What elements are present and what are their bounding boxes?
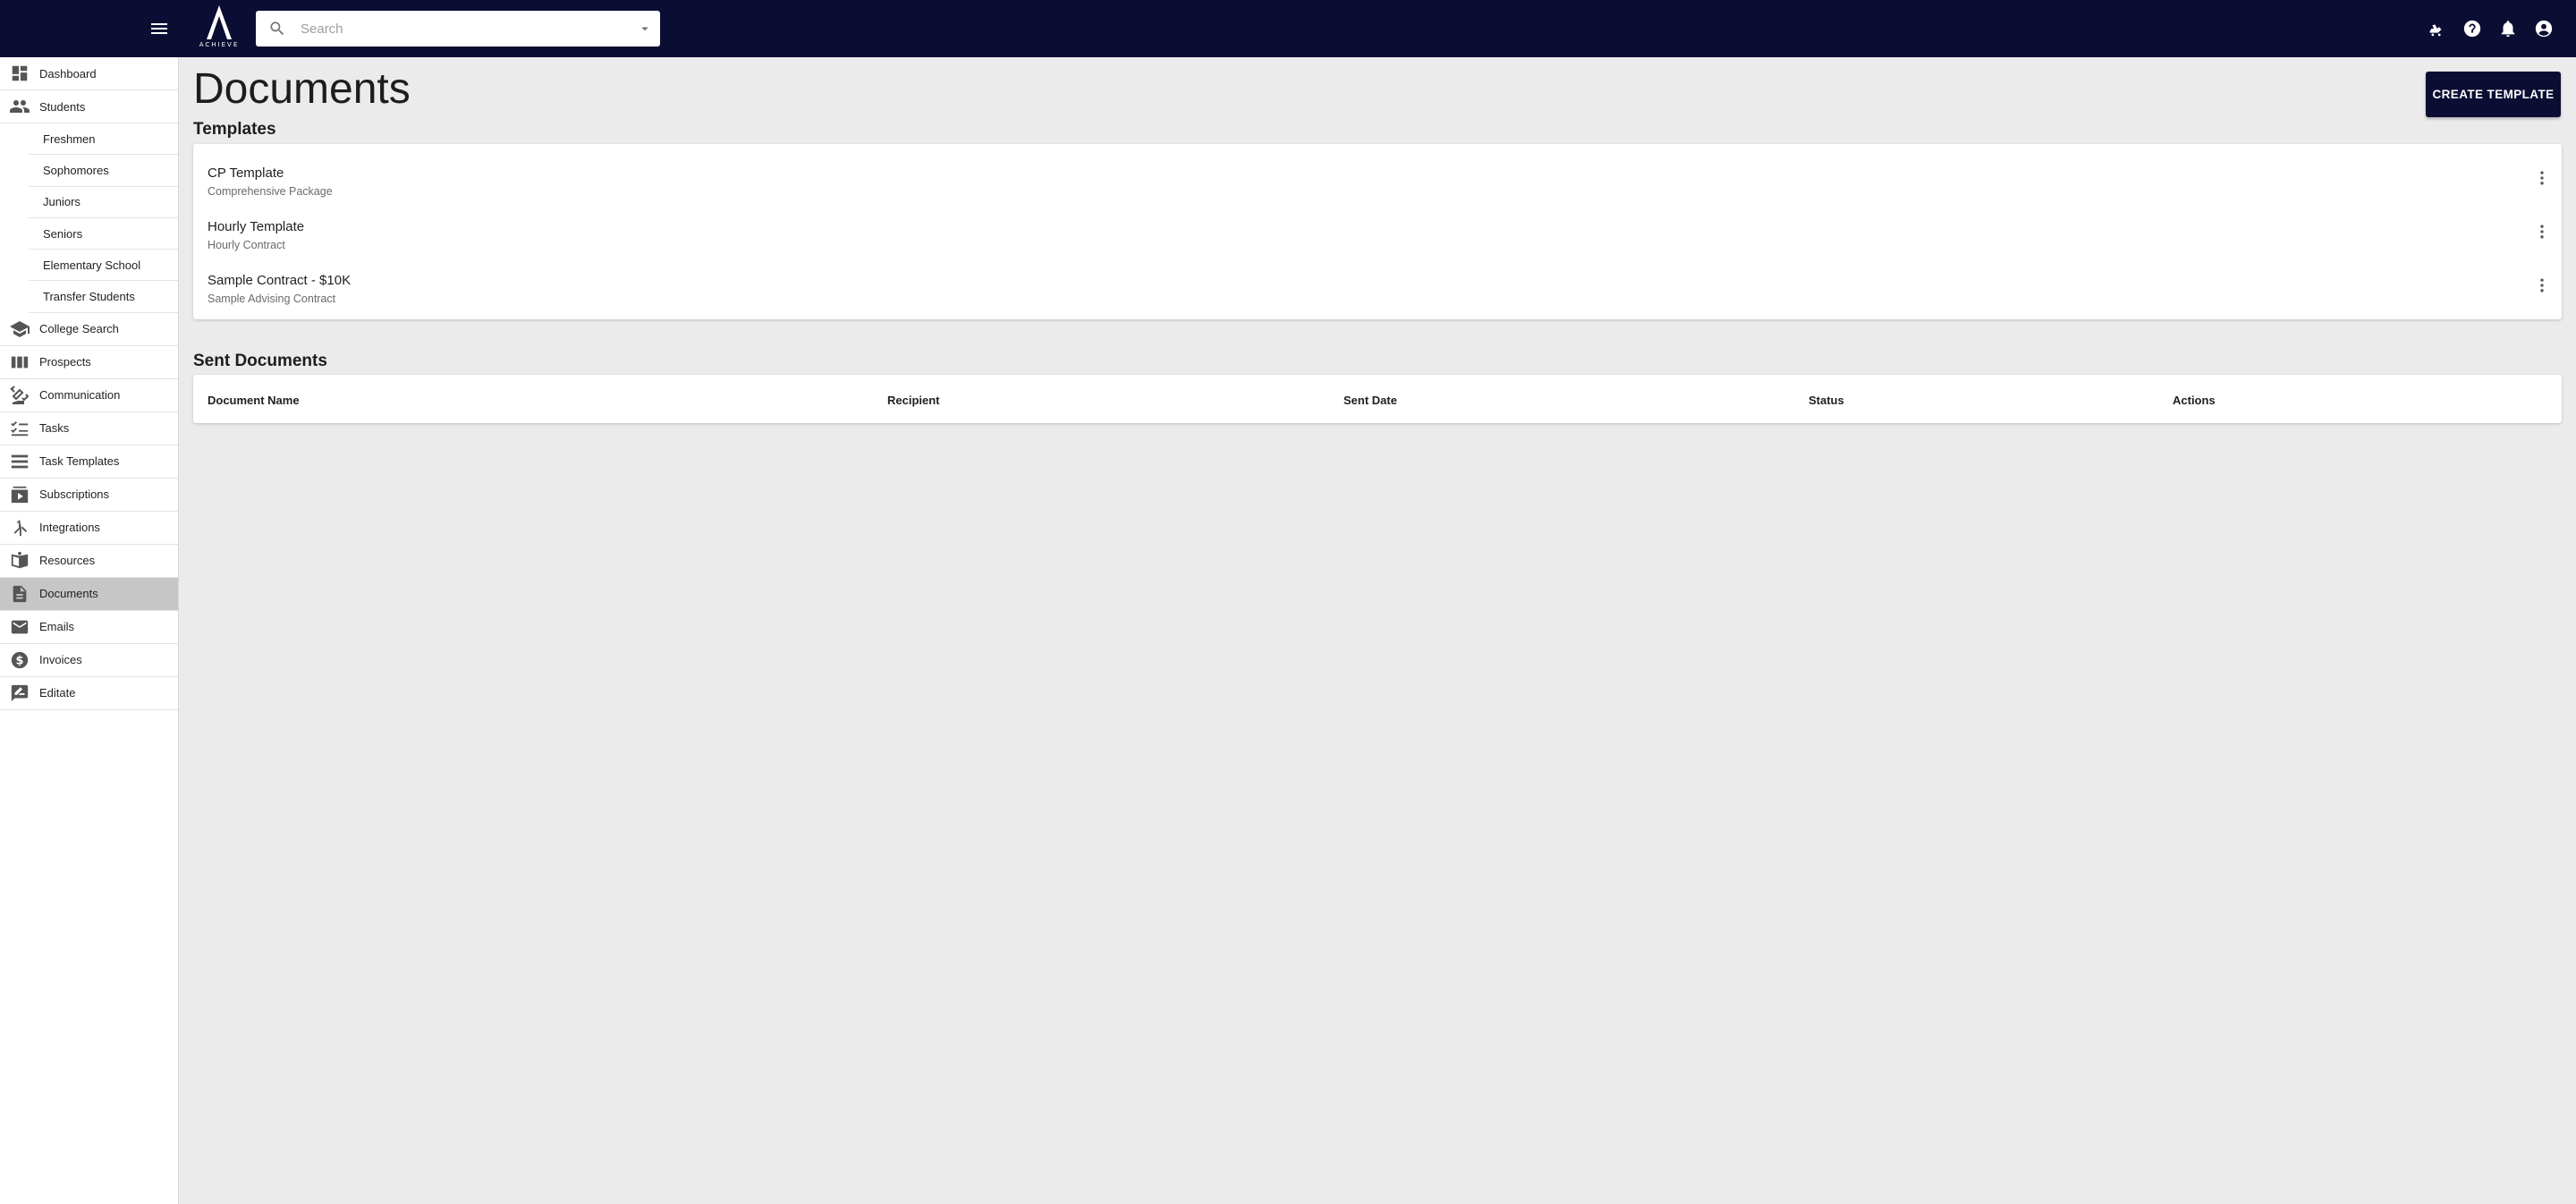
sidebar-subitem-elementary-school[interactable]: Elementary School (29, 250, 178, 282)
sidebar-item-label: Students (39, 99, 86, 114)
sidebar-item-label: Tasks (39, 421, 70, 436)
achieve-logo[interactable]: ACHIEVE (195, 5, 243, 52)
checklist-icon (0, 411, 39, 445)
sidebar-item-integrations[interactable]: Integrations (0, 512, 178, 545)
sidebar-item-tasks[interactable]: Tasks (0, 412, 178, 445)
document-icon (0, 577, 39, 610)
sidebar-item-prospects[interactable]: Prospects (0, 346, 178, 379)
sidebar-item-label: Communication (39, 388, 121, 403)
sidebar-item-label: Documents (39, 587, 98, 601)
list-icon (0, 445, 39, 478)
sidebar-item-label: Dashboard (39, 66, 97, 81)
help-icon[interactable] (2458, 14, 2487, 43)
template-name: Sample Contract - $10K (208, 273, 352, 288)
sidebar-item-documents[interactable]: Documents (0, 577, 178, 611)
template-name: Hourly Template (208, 219, 305, 234)
sidebar-item-label: College Search (39, 322, 119, 336)
sidebar-item-subscriptions[interactable]: Subscriptions (0, 479, 178, 512)
sidebar-item-label: Task Templates (39, 454, 120, 469)
sidebar-subitem-label: Juniors (43, 195, 80, 209)
account-circle-icon[interactable] (2529, 14, 2558, 43)
column-header-document-name[interactable]: Document Name (208, 394, 300, 407)
sidebar-item-students[interactable]: Students (0, 90, 178, 123)
template-subtitle: Sample Advising Contract (208, 293, 336, 305)
view-week-icon (0, 345, 39, 378)
template-row[interactable]: Hourly Template Hourly Contract (193, 205, 2562, 259)
search-icon (259, 11, 295, 47)
sidebar-subitem-label: Seniors (43, 226, 83, 241)
sidebar-item-label: Emails (39, 620, 75, 634)
sidebar-subitem-juniors[interactable]: Juniors (29, 187, 178, 218)
mail-icon (0, 610, 39, 643)
column-header-sent-date[interactable]: Sent Date (1343, 394, 1397, 407)
template-row[interactable]: Sample Contract - $10K Sample Advising C… (193, 259, 2562, 312)
top-icon-group (2422, 14, 2558, 43)
more-vert-icon[interactable] (2531, 167, 2553, 189)
column-header-status[interactable]: Status (1809, 394, 1844, 407)
table-header-row: Document Name Recipient Sent Date Status… (193, 375, 2562, 423)
subscriptions-icon (0, 478, 39, 511)
sidebar-item-label: Editate (39, 686, 76, 700)
sidebar-item-college-search[interactable]: College Search (0, 313, 178, 346)
sidebar-subitem-freshmen[interactable]: Freshmen (29, 123, 178, 156)
sidebar: Dashboard Students Freshmen Sophomores J… (0, 57, 179, 1204)
create-template-button[interactable]: CREATE TEMPLATE (2426, 72, 2561, 117)
logo-text: ACHIEVE (199, 41, 240, 48)
sidebar-subitem-seniors[interactable]: Seniors (29, 218, 178, 250)
people-icon (0, 90, 39, 123)
sidebar-item-editate[interactable]: Editate (0, 677, 178, 710)
merge-icon (0, 511, 39, 544)
sidebar-subitem-label: Elementary School (43, 258, 141, 272)
sidebar-subitem-transfer-students[interactable]: Transfer Students (29, 281, 178, 313)
templates-section-title: Templates (193, 120, 276, 139)
sidebar-item-label: Prospects (39, 355, 91, 369)
more-vert-icon[interactable] (2531, 275, 2553, 296)
sidebar-item-task-templates[interactable]: Task Templates (0, 445, 178, 479)
dashboard-icon (0, 57, 39, 90)
sent-documents-section-title: Sent Documents (193, 352, 327, 370)
search-box[interactable] (256, 11, 660, 47)
sidebar-subitem-sophomores[interactable]: Sophomores (29, 155, 178, 187)
sidebar-item-label: Resources (39, 554, 96, 568)
dollar-icon: $ (0, 643, 39, 676)
svg-text:$: $ (16, 654, 24, 667)
resources-icon (0, 544, 39, 577)
template-row[interactable]: CP Template Comprehensive Package (193, 151, 2562, 205)
sent-documents-table: Document Name Recipient Sent Date Status… (193, 375, 2562, 423)
top-app-bar: ACHIEVE (0, 0, 2576, 57)
sidebar-item-communication[interactable]: Communication (0, 379, 178, 412)
skate-icon[interactable] (2422, 14, 2451, 43)
school-icon (0, 312, 39, 345)
rate-review-icon (0, 676, 39, 709)
chevron-down-icon[interactable] (630, 11, 660, 47)
template-subtitle: Comprehensive Package (208, 185, 333, 198)
sidebar-item-label: Subscriptions (39, 488, 110, 502)
page-title: Documents (193, 65, 411, 113)
search-input[interactable] (295, 13, 630, 45)
column-header-actions: Actions (2173, 394, 2216, 407)
sidebar-item-label: Invoices (39, 653, 82, 667)
sidebar-item-resources[interactable]: Resources (0, 545, 178, 578)
sidebar-item-dashboard[interactable]: Dashboard (0, 57, 178, 90)
column-header-recipient[interactable]: Recipient (887, 394, 940, 407)
template-name: CP Template (208, 165, 284, 181)
menu-icon[interactable] (143, 13, 175, 45)
sidebar-item-emails[interactable]: Emails (0, 611, 178, 644)
sidebar-item-invoices[interactable]: $ Invoices (0, 644, 178, 677)
sidebar-subitem-label: Sophomores (43, 163, 109, 177)
template-subtitle: Hourly Contract (208, 239, 285, 251)
sidebar-item-label: Integrations (39, 521, 100, 535)
sidebar-subitem-label: Freshmen (43, 131, 96, 146)
communication-icon (0, 378, 39, 411)
bell-icon[interactable] (2494, 14, 2522, 43)
sidebar-subitem-label: Transfer Students (43, 290, 135, 304)
templates-list: CP Template Comprehensive Package Hourly… (193, 144, 2562, 319)
more-vert-icon[interactable] (2531, 221, 2553, 242)
